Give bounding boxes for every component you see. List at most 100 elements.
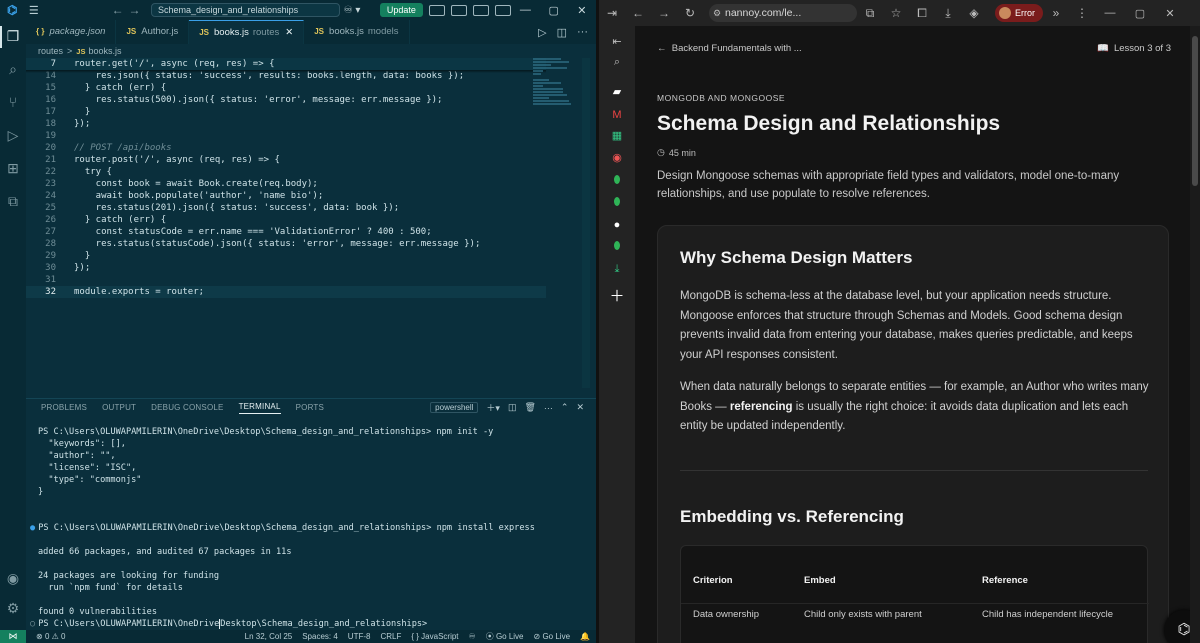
forward-arrow-icon[interactable]: → <box>126 3 143 17</box>
chevron-more-icon[interactable]: » <box>1043 6 1069 20</box>
tab-problems[interactable]: PROBLEMS <box>41 403 87 412</box>
layout-sidebar-icon[interactable] <box>428 4 445 16</box>
tab-output[interactable]: OUTPUT <box>102 403 136 412</box>
bookmark-star-icon[interactable]: ☆ <box>883 6 909 20</box>
copilot-status-icon[interactable]: ♾ <box>469 632 476 641</box>
code-editor[interactable]: 7 router.get('/', async (req, res) => { 1… <box>26 58 546 298</box>
minimize-icon[interactable]: — <box>1095 7 1125 19</box>
breadcrumb-folder[interactable]: routes <box>38 46 63 56</box>
panel-more-icon[interactable]: ··· <box>544 403 553 413</box>
sticky-scroll-line[interactable]: 7 router.get('/', async (req, res) => { <box>26 58 546 70</box>
layout-secondary-icon[interactable] <box>473 4 490 16</box>
new-terminal-icon[interactable]: ＋▾ <box>486 401 500 414</box>
code-line[interactable]: 19 <box>26 130 546 142</box>
cast-icon[interactable]: ⧉ <box>857 6 883 21</box>
update-button[interactable]: Update <box>379 3 423 17</box>
reload-icon[interactable]: ↻ <box>677 6 703 20</box>
record-icon[interactable]: ◉ <box>607 148 627 168</box>
maximize-panel-icon[interactable]: ⌃ <box>561 402 569 413</box>
browser-menu-icon[interactable]: ⋮ <box>1069 6 1095 20</box>
tab-books-routes[interactable]: JS books.js routes ✕ <box>189 20 305 44</box>
calendar-icon[interactable]: ▦ <box>607 126 627 146</box>
more-actions-icon[interactable]: ··· <box>577 26 588 38</box>
forward-icon[interactable]: → <box>651 6 677 20</box>
close-icon[interactable]: ✕ <box>568 4 596 17</box>
profile-error-button[interactable]: Error <box>995 4 1043 22</box>
mongodb-leaf-icon-3[interactable] <box>607 237 627 257</box>
code-line[interactable]: 27 const statusCode = err.name === 'Vali… <box>26 226 546 238</box>
terminal-output[interactable]: PS C:\Users\OLUWAPAMILERIN\OneDrive\Desk… <box>30 426 590 630</box>
code-line-current[interactable]: 32 module.exports = router; <box>26 286 546 298</box>
menu-icon[interactable]: ☰ <box>24 4 43 17</box>
sidebar-app-icon[interactable]: ▰ <box>607 82 627 102</box>
code-line[interactable]: 31 <box>26 274 546 286</box>
download-app-icon[interactable]: ⤓ <box>607 259 627 279</box>
minimap[interactable] <box>533 58 573 138</box>
command-center[interactable]: Schema_design_and_relationships <box>151 3 340 17</box>
terminal-prompt[interactable]: ○ PS C:\Users\OLUWAPAMILERIN\OneDriveDesk… <box>30 618 590 630</box>
tab-debug-console[interactable]: DEBUG CONSOLE <box>151 403 223 412</box>
shield-icon[interactable]: ◈ <box>961 6 987 20</box>
code-line[interactable]: 25 res.status(201).json({ status: 'succe… <box>26 202 546 214</box>
github-icon[interactable]: ● <box>607 215 627 235</box>
command-success-icon[interactable]: ● <box>30 523 35 533</box>
run-file-icon[interactable]: ▷ <box>538 26 546 39</box>
extensions-icon[interactable]: ⧠ <box>909 6 935 21</box>
terminal-shell-selector[interactable]: powershell <box>430 402 479 413</box>
close-icon[interactable]: ✕ <box>1155 7 1185 20</box>
split-editor-icon[interactable]: ◫ <box>557 26 567 39</box>
tab-package-json[interactable]: { } package.json <box>26 20 117 44</box>
tab-ports[interactable]: PORTS <box>296 403 324 412</box>
layout-panel-icon[interactable] <box>450 4 468 16</box>
scroll-thumb[interactable] <box>1192 36 1198 186</box>
extensions-icon[interactable]: ⊞ <box>3 158 23 178</box>
indentation-status[interactable]: Spaces: 4 <box>302 632 338 641</box>
code-line[interactable]: 30}); <box>26 262 546 274</box>
site-info-icon[interactable]: ⚙ <box>709 8 725 19</box>
code-line[interactable]: 18}); <box>26 118 546 130</box>
gmail-icon[interactable]: M <box>607 105 627 125</box>
eol-status[interactable]: CRLF <box>380 632 401 641</box>
code-line[interactable]: 15 } catch (err) { <box>26 82 546 94</box>
cursor-position[interactable]: Ln 32, Col 25 <box>245 632 293 641</box>
mongodb-leaf-icon-2[interactable] <box>607 193 627 213</box>
remote-indicator-icon[interactable]: ⋈ <box>0 630 26 643</box>
run-debug-icon[interactable]: ▷ <box>3 125 23 145</box>
tab-author-js[interactable]: JS Author.js <box>116 20 190 44</box>
account-icon[interactable]: ◉ <box>3 568 23 588</box>
add-app-icon[interactable]: ＋ <box>607 287 627 307</box>
back-icon[interactable]: ← <box>625 6 651 20</box>
back-arrow-icon[interactable]: ← <box>109 3 126 17</box>
go-live-button[interactable]: ⦿ Go Live <box>486 631 524 642</box>
problems-status[interactable]: ⊗ 0 ⚠ 0 <box>36 632 65 641</box>
maximize-icon[interactable]: ▢ <box>1125 7 1155 20</box>
back-to-course-link[interactable]: ← Backend Fundamentals with ... <box>657 43 802 54</box>
code-line[interactable]: 17 } <box>26 106 546 118</box>
explorer-icon[interactable]: ❐ <box>3 26 23 46</box>
code-line[interactable]: 28 res.status(statusCode).json({ status:… <box>26 238 546 250</box>
mongodb-leaf-icon[interactable] <box>607 171 627 191</box>
code-line[interactable]: 26 } catch (err) { <box>26 214 546 226</box>
close-panel-icon[interactable]: ✕ <box>576 402 584 413</box>
copilot-icon[interactable]: ♾ ▾ <box>344 5 372 16</box>
source-control-icon[interactable]: ⑂ <box>3 92 23 112</box>
breadcrumb-file[interactable]: books.js <box>88 46 121 56</box>
encoding-status[interactable]: UTF-8 <box>348 632 371 641</box>
code-line[interactable]: 20// POST /api/books <box>26 142 546 154</box>
sidebar-collapse-icon[interactable]: ⇤ <box>607 32 627 52</box>
tab-terminal[interactable]: TERMINAL <box>238 402 281 414</box>
tab-close-icon[interactable]: ✕ <box>285 27 293 38</box>
code-line[interactable]: 21 router.post('/', async (req, res) => { <box>26 154 546 166</box>
kill-terminal-icon[interactable]: 🗑 <box>524 402 535 413</box>
download-icon[interactable]: ⤓ <box>935 6 961 21</box>
maximize-icon[interactable]: ▢ <box>540 4 568 17</box>
code-line[interactable]: 29 } <box>26 250 546 262</box>
go-live-button-2[interactable]: ⊘ Go Live <box>534 632 571 641</box>
language-mode[interactable]: { } JavaScript <box>411 632 458 641</box>
tab-strip-icon[interactable]: ⇥ <box>599 6 625 20</box>
notifications-icon[interactable]: 🔔 <box>580 632 590 641</box>
page-scrollbar[interactable] <box>1190 26 1200 643</box>
address-bar[interactable]: ⚙ nannoy.com/le... <box>709 4 857 22</box>
code-line[interactable]: 16 res.status(500).json({ status: 'error… <box>26 94 546 106</box>
tab-books-models[interactable]: JS books.js models <box>304 20 410 44</box>
